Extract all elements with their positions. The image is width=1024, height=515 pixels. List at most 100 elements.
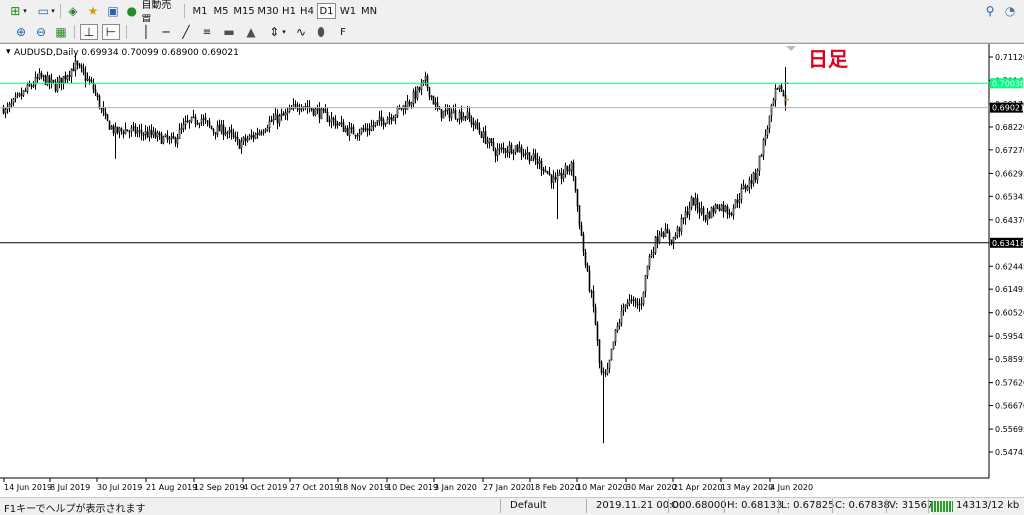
candle-body [476,122,479,129]
rectangle-tool[interactable]: ▬ [220,24,238,40]
chart-window[interactable]: 0.711200.701450.691700.682200.672700.662… [0,43,1024,498]
date-tick-label: 13 May 2020 [721,483,773,492]
chat-button[interactable]: ◔ [1002,3,1018,19]
candle-body [732,208,735,216]
candle-body [570,162,573,171]
timeframe-mn[interactable]: MN [358,3,380,19]
trendline-tool[interactable]: ╱ [178,24,194,40]
candle-body [292,104,295,110]
candle-body [384,122,387,126]
candle-body [200,118,203,123]
candle-body [136,131,139,134]
candle-body [548,172,551,175]
price-tick-label: 0.68220 [995,123,1024,132]
candle-body [364,128,367,131]
timeframe-d1[interactable]: D1 [317,3,336,19]
candle-body [340,122,343,124]
wave-tool[interactable]: ∿ [292,24,310,40]
search-icon: ⚲ [985,4,995,18]
candle-body [280,113,283,117]
candle-body [228,129,231,133]
tile-windows-button[interactable]: ▦ [52,24,70,40]
main-toolbar: ⊞ ▾ ▭ ▾ ◈ ★ ▣ ● 自動売買 M1 M5 M15 M30 H1 H4 D… [0,0,1024,26]
timeframe-w1[interactable]: W1 [338,3,358,19]
candle-body [706,212,709,221]
chart-shift-button[interactable]: ⊥ [80,24,98,40]
candle-body [294,103,297,106]
timeframe-m5[interactable]: M5 [210,3,232,19]
candle-body [286,111,289,115]
profile-name[interactable]: Default [510,500,547,511]
candle-body [326,112,329,122]
candle-body [778,85,781,90]
candle-body [478,127,481,133]
timeframe-m1[interactable]: M1 [190,3,210,19]
zoom-in-button[interactable]: ⊕ [12,24,30,40]
candle-body [754,172,757,180]
timeframe-h1[interactable]: H1 [280,3,298,19]
candle-body [418,87,421,91]
vertical-line-tool[interactable]: │ [138,24,154,40]
ellipse-tool[interactable]: ⬮ [312,24,330,40]
auto-trading-button[interactable]: ● 自動売買 [124,0,180,26]
new-chart-button[interactable]: ⊞ ▾ [4,3,30,19]
candle-body [236,136,239,141]
candle-body [278,115,281,124]
candle-body [330,117,333,122]
candle-body [680,217,683,232]
candle-body [656,236,659,242]
favorites-button[interactable]: ★ [84,3,102,19]
timeframe-m30[interactable]: M30 [256,3,280,19]
candle-body [238,139,241,150]
candle-body [488,138,491,143]
candle-body [150,129,153,135]
horizontal-line-tool[interactable]: ─ [158,24,174,40]
candle-body [284,112,287,116]
timeframe-m15[interactable]: M15 [232,3,256,19]
candle-body [376,120,379,123]
profiles-button[interactable]: ▭ ▾ [32,3,58,19]
candle-body [194,116,197,124]
candle-body [578,205,581,226]
candle-body [458,111,461,120]
auto-scroll-button[interactable]: ⊢ [102,24,120,40]
price-tick-label: 0.56670 [995,402,1024,411]
date-tick-label: 4 Oct 2019 [243,483,287,492]
candle-body [296,104,299,110]
candle-body [62,75,65,84]
triangle-tool[interactable]: ▲ [242,24,260,40]
search-button[interactable]: ⚲ [982,3,998,19]
candle-body [16,94,19,97]
candle-body [374,121,377,126]
zoom-out-button[interactable]: ⊖ [32,24,50,40]
market-watch-button[interactable]: ◈ [64,3,82,19]
channel-icon: ≡ [202,26,212,38]
candle-body [22,90,25,96]
candle-body [130,127,133,132]
date-tick-label: 14 Jun 2019 [4,483,52,492]
trendline-icon: ╱ [182,25,190,39]
arrows-tool[interactable]: ⇕ ▾ [264,24,288,40]
candle-body [448,108,451,118]
candle-body [650,254,653,257]
price-chart[interactable]: 0.711200.701450.691700.682200.672700.662… [0,44,1024,498]
candle-body [416,86,419,99]
date-axis: 14 Jun 20198 Jul 2019 30 Jul 2019 21 Aug 2… [3,478,813,492]
candle-body [188,120,191,123]
candle-body [160,133,163,145]
triangle-icon: ▲ [246,25,256,39]
candle-body [346,127,349,136]
connection-status-icon[interactable] [931,501,953,512]
wave-icon: ∿ [295,25,307,39]
candle-body [628,299,631,305]
channel-tool[interactable]: ≡ [198,24,216,40]
candle-body [566,165,569,172]
timeframe-h4[interactable]: H4 [298,3,316,19]
fibonacci-tool[interactable]: F [334,24,352,40]
candle-body [568,169,571,172]
candle-body [636,302,639,306]
navigator-button[interactable]: ▣ [104,3,122,19]
candle-body [210,125,213,130]
candle-body [378,117,381,122]
candle-body [334,119,337,127]
